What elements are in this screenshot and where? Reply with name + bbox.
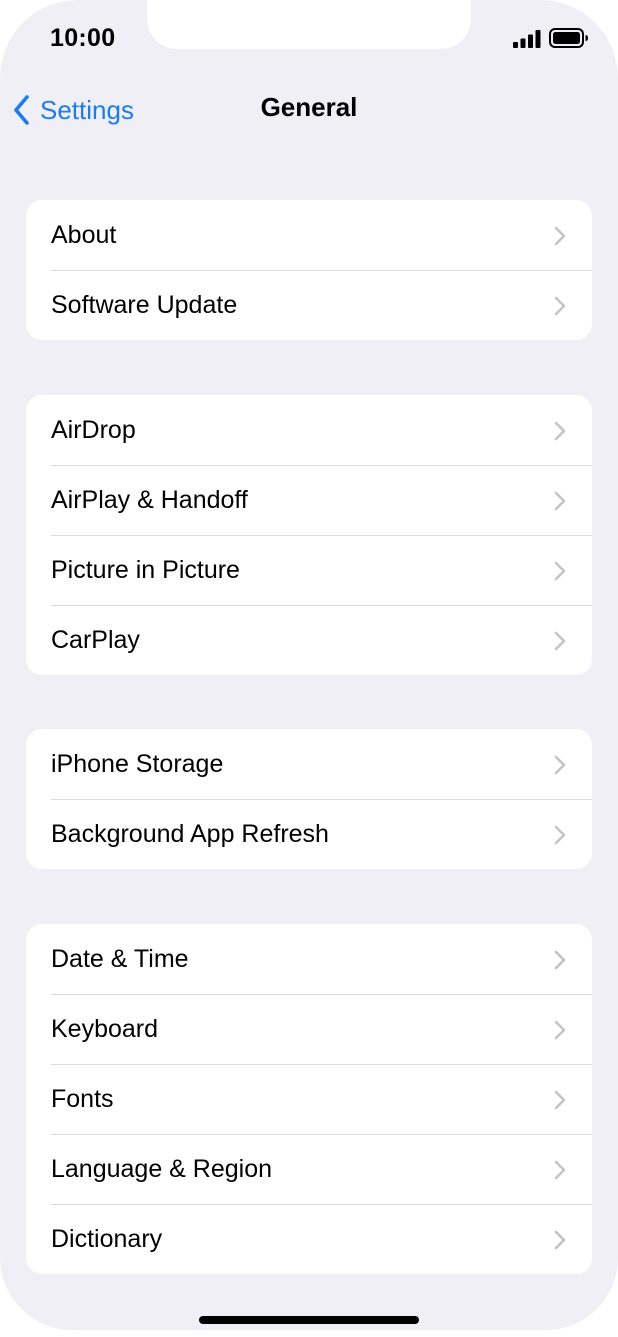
cellular-signal-icon — [513, 30, 541, 48]
chevron-right-icon — [554, 296, 566, 316]
chevron-right-icon — [554, 1160, 566, 1180]
settings-group-about: About Software Update — [26, 200, 592, 340]
row-label: Picture in Picture — [51, 555, 240, 584]
home-indicator[interactable] — [199, 1316, 419, 1324]
row-keyboard[interactable]: Keyboard — [26, 994, 592, 1064]
chevron-right-icon — [554, 631, 566, 651]
chevron-right-icon — [554, 1020, 566, 1040]
battery-icon — [549, 28, 588, 48]
camera-notch — [147, 0, 471, 49]
row-background-app-refresh[interactable]: Background App Refresh — [26, 799, 592, 869]
row-label: Language & Region — [51, 1154, 273, 1183]
chevron-right-icon — [554, 755, 566, 775]
row-airplay-handoff[interactable]: AirPlay & Handoff — [26, 465, 592, 535]
chevron-right-icon — [554, 561, 566, 581]
row-date-time[interactable]: Date & Time — [26, 924, 592, 994]
chevron-right-icon — [554, 825, 566, 845]
row-label: Dictionary — [51, 1224, 163, 1253]
row-fonts[interactable]: Fonts — [26, 1064, 592, 1134]
settings-group-storage: iPhone Storage Background App Refresh — [26, 729, 592, 869]
settings-group-connectivity: AirDrop AirPlay & Handoff Picture in Pic… — [26, 395, 592, 675]
settings-group-locale: Date & Time Keyboard Fonts Language & Re… — [26, 924, 592, 1274]
row-carplay[interactable]: CarPlay — [26, 605, 592, 675]
status-bar-time: 10:00 — [50, 24, 116, 52]
row-about[interactable]: About — [26, 200, 592, 270]
chevron-right-icon — [554, 226, 566, 246]
row-label: Software Update — [51, 290, 238, 319]
row-software-update[interactable]: Software Update — [26, 270, 592, 340]
row-label: Keyboard — [51, 1014, 159, 1043]
row-label: iPhone Storage — [51, 749, 224, 778]
chevron-right-icon — [554, 1090, 566, 1110]
row-label: Background App Refresh — [51, 819, 329, 848]
phone-screen: 10:00 Settings General About Software Up… — [0, 0, 618, 1330]
row-iphone-storage[interactable]: iPhone Storage — [26, 729, 592, 799]
chevron-right-icon — [554, 950, 566, 970]
row-picture-in-picture[interactable]: Picture in Picture — [26, 535, 592, 605]
row-label: AirPlay & Handoff — [51, 485, 248, 514]
row-label: Fonts — [51, 1084, 114, 1113]
chevron-left-icon — [14, 95, 29, 125]
back-button[interactable]: Settings — [12, 90, 134, 130]
row-language-region[interactable]: Language & Region — [26, 1134, 592, 1204]
row-airdrop[interactable]: AirDrop — [26, 395, 592, 465]
row-label: CarPlay — [51, 625, 140, 654]
chevron-right-icon — [554, 1230, 566, 1250]
row-label: Date & Time — [51, 944, 189, 973]
chevron-right-icon — [554, 491, 566, 511]
back-button-label: Settings — [40, 94, 134, 125]
row-label: About — [51, 220, 117, 249]
row-label: AirDrop — [51, 415, 136, 444]
row-dictionary[interactable]: Dictionary — [26, 1204, 592, 1274]
chevron-right-icon — [554, 421, 566, 441]
